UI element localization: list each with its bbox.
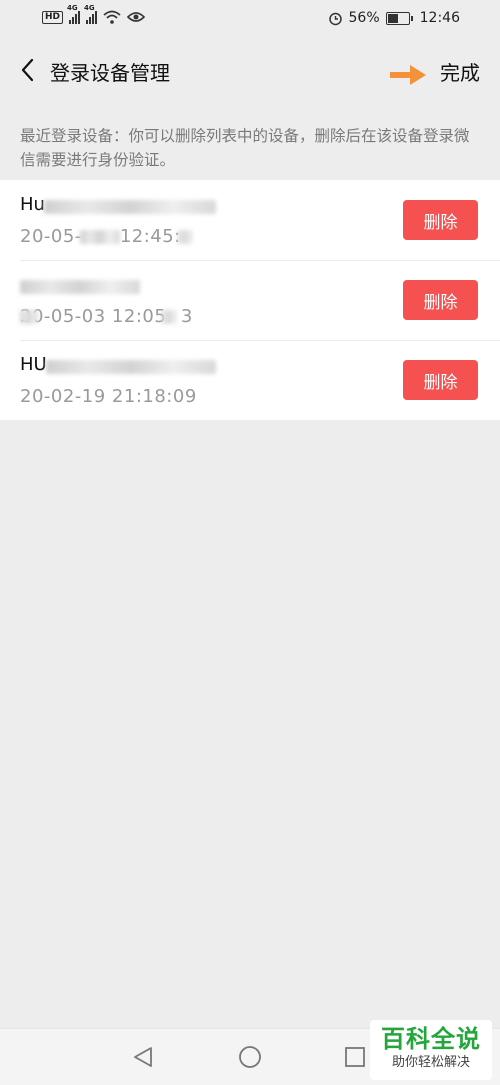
device-last-login: 20-02-19 21:18:09 xyxy=(20,386,197,407)
network-type: 4G xyxy=(67,4,78,12)
redacted-time xyxy=(162,310,176,324)
status-right: 56% 12:46 xyxy=(328,10,460,26)
signal-icon: 4G xyxy=(67,4,81,24)
alarm-icon xyxy=(328,12,342,25)
device-time-tail: 12:45: xyxy=(119,226,181,247)
signal-icon: 4G xyxy=(84,4,98,24)
redacted-time xyxy=(178,230,192,244)
battery-icon xyxy=(385,11,413,25)
device-row: Hu 20-05- 12:45: 删除 xyxy=(0,180,500,260)
device-name-text: HU xyxy=(20,354,47,375)
orange-arrow-icon xyxy=(390,65,426,85)
redacted-device-name xyxy=(20,280,140,294)
eye-icon xyxy=(127,12,146,22)
home-circle-icon[interactable] xyxy=(238,1045,262,1069)
device-time-tail: 3 xyxy=(180,306,193,327)
wifi-icon xyxy=(103,10,121,24)
watermark-logo: 百科全说 助你轻松解决 xyxy=(370,1020,492,1080)
done-button[interactable]: 完成 xyxy=(440,57,480,86)
battery-fill xyxy=(387,13,398,23)
status-bar: HD 4G 4G 56% 12:46 xyxy=(0,0,500,40)
status-left: HD 4G 4G xyxy=(42,4,146,24)
network-type: 4G xyxy=(84,4,95,12)
watermark-subtitle: 助你轻松解决 xyxy=(391,1055,470,1070)
chevron-left-icon xyxy=(21,58,34,82)
device-time-text: 20-05- xyxy=(20,226,82,247)
page-title: 登录设备管理 xyxy=(50,61,170,85)
delete-button[interactable]: 删除 xyxy=(403,200,478,240)
watermark-title: 百科全说 xyxy=(381,1025,481,1053)
back-triangle-icon[interactable] xyxy=(132,1045,154,1069)
back-button[interactable] xyxy=(12,54,42,86)
device-row: 20-05-03 12:05: 3 删除 xyxy=(0,260,500,340)
hd-icon: HD xyxy=(42,10,64,24)
device-name-text: Hu xyxy=(20,194,45,215)
recents-square-icon[interactable] xyxy=(344,1045,366,1069)
battery-percent: 56% xyxy=(348,10,380,26)
device-list: Hu 20-05- 12:45: 删除 20-05-03 12:05: 3 删除 H… xyxy=(0,180,500,420)
device-time-text: 20-05-03 12:05: xyxy=(20,306,173,327)
redacted-time xyxy=(80,230,120,244)
status-time: 12:46 xyxy=(419,10,460,26)
device-row: HU 20-02-19 21:18:09 删除 xyxy=(0,340,500,420)
redacted-device-name xyxy=(46,360,216,374)
delete-button[interactable]: 删除 xyxy=(403,280,478,320)
delete-button[interactable]: 删除 xyxy=(403,360,478,400)
top-navigation-bar: 登录设备管理 完成 xyxy=(0,40,500,100)
recent-devices-hint: 最近登录设备：你可以删除列表中的设备，删除后在该设备登录微信需要进行身份验证。 xyxy=(20,127,470,169)
device-time-text: 20-02-19 21:18:09 xyxy=(20,386,197,407)
redacted-device-name xyxy=(44,200,216,214)
redacted-time xyxy=(20,310,38,324)
